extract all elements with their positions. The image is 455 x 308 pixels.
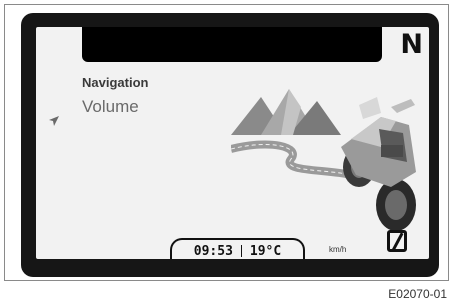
speed-unit: km/h — [329, 245, 347, 254]
gear-indicator: N — [400, 29, 423, 60]
clock-time: 09:53 — [193, 243, 233, 259]
ambient-temperature: 19°C — [249, 243, 282, 259]
menu-item-navigation[interactable]: Navigation — [82, 75, 148, 90]
figure-caption: E02070-01 — [388, 287, 447, 301]
menu-item-volume[interactable]: Volume — [82, 97, 139, 117]
top-status-bar — [82, 27, 382, 62]
status-divider — [240, 245, 242, 257]
time-temperature-display: 09:53 19°C — [170, 238, 305, 259]
neutral-indicator-icon — [387, 230, 407, 252]
motorcycle-illustration — [231, 89, 416, 231]
navigation-arrow-icon — [49, 116, 59, 126]
dashboard-screen: N Navigation Volume 09:53 19°C km/h — [36, 27, 429, 259]
dashboard-bezel: N Navigation Volume 09:53 19°C km/h — [21, 13, 439, 277]
